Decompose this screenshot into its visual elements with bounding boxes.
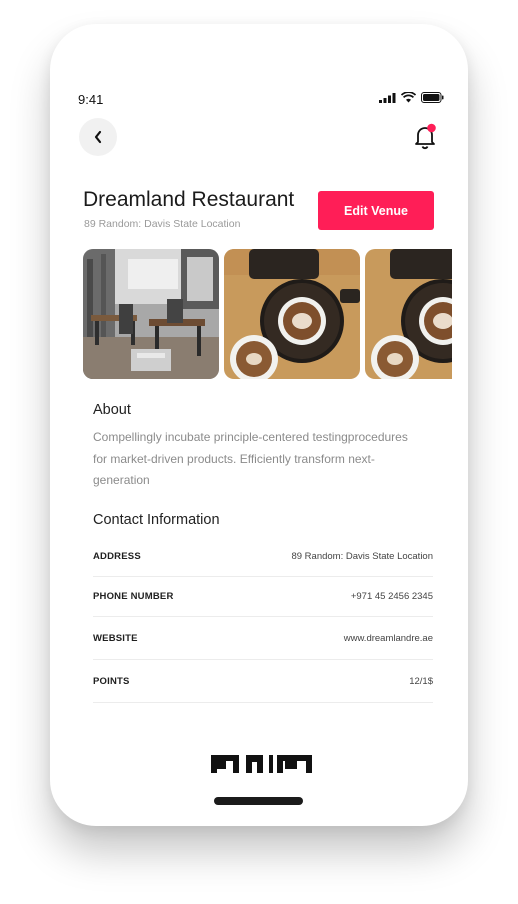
status-time: 9:41 (78, 92, 104, 107)
wifi-icon (401, 92, 416, 103)
status-icons (379, 92, 444, 103)
contact-row-website: WEBSITE www.dreamlandre.ae (93, 617, 433, 660)
edit-venue-button[interactable]: Edit Venue (318, 191, 434, 230)
about-text: Compellingly incubate principle-centered… (93, 427, 443, 492)
notifications-button[interactable] (412, 122, 438, 150)
coffee-cups-photo[interactable] (224, 249, 360, 379)
contact-value[interactable]: www.dreamlandre.ae (344, 633, 433, 644)
contact-value: 89 Random: Davis State Location (291, 551, 433, 562)
battery-icon (421, 92, 444, 103)
photo-gallery[interactable] (83, 249, 452, 379)
contact-value: 12/1$ (409, 675, 433, 687)
contact-label: WEBSITE (93, 632, 138, 644)
back-button[interactable] (79, 118, 117, 156)
contact-row-phone: PHONE NUMBER +971 45 2456 2345 (93, 577, 433, 617)
signal-icon (379, 92, 396, 103)
contact-value[interactable]: +971 45 2456 2345 (351, 591, 433, 602)
bell-icon (415, 123, 436, 150)
contact-label: ADDRESS (93, 551, 141, 562)
bottom-bar-glyphs (211, 755, 312, 773)
about-heading: About (93, 402, 131, 418)
chevron-left-icon (94, 130, 102, 144)
venue-title: Dreamland Restaurant (83, 188, 295, 211)
home-indicator[interactable] (214, 797, 303, 805)
about-line: generation (93, 473, 150, 487)
venue-location: 89 Random: Davis State Location (84, 218, 241, 230)
about-line: for market-driven products. Efficiently … (93, 451, 375, 466)
about-line: Compellingly incubate principle-centered… (93, 430, 408, 444)
contact-row-address: ADDRESS 89 Random: Davis State Location (93, 537, 433, 577)
contact-heading: Contact Information (93, 512, 220, 528)
coffee-cups-photo[interactable] (365, 249, 452, 379)
contact-row-points: POINTS 12/1$ (93, 660, 433, 703)
restaurant-interior-photo[interactable] (83, 249, 219, 379)
phone-frame: 9:41 Dreamland Restaurant 89 Random: Dav… (50, 24, 468, 826)
contact-label: PHONE NUMBER (93, 591, 174, 602)
contact-label: POINTS (93, 675, 130, 687)
